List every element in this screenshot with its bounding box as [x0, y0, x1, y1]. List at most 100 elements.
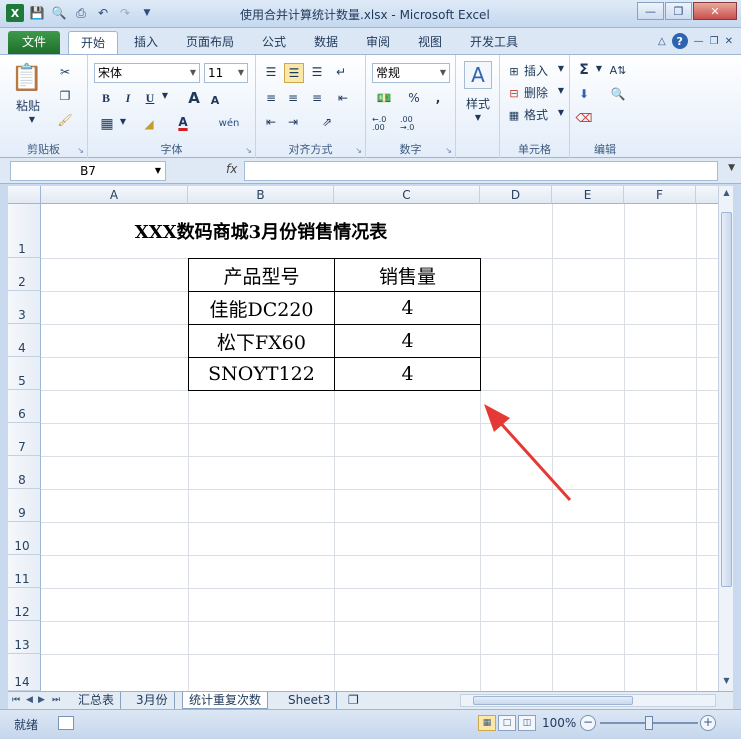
select-all-corner[interactable] — [8, 186, 41, 204]
tab-home[interactable]: 开始 — [68, 31, 119, 54]
column-header-c[interactable]: C — [334, 186, 480, 204]
minimize-ribbon-icon[interactable]: △ — [658, 36, 666, 47]
copy-icon[interactable]: ❐ — [56, 87, 74, 105]
zoom-out-icon[interactable]: − — [580, 715, 596, 731]
row-header-3[interactable]: 3 — [8, 291, 41, 324]
font-name-combo[interactable]: 宋体 ▼ — [94, 63, 200, 83]
table-cell[interactable]: 佳能DC220 — [188, 291, 335, 325]
paste-icon[interactable]: 📋 — [11, 61, 43, 95]
row-header-14[interactable]: 14 — [8, 654, 41, 691]
row-header-13[interactable]: 13 — [8, 621, 41, 654]
next-sheet-icon[interactable]: ▶ — [38, 695, 45, 705]
fill-color-icon[interactable]: ◢ — [140, 115, 158, 133]
accounting-format-icon[interactable]: 💵 — [372, 89, 396, 107]
page-break-view-icon[interactable]: ◫ — [518, 715, 536, 731]
tab-file[interactable]: 文件 — [8, 31, 61, 54]
tab-page-layout[interactable]: 页面布局 — [174, 31, 246, 54]
format-cells-button[interactable]: 格式 — [524, 106, 554, 123]
fill-icon[interactable]: ⬇ — [576, 85, 592, 103]
save-icon[interactable]: 💾 — [28, 4, 46, 22]
row-header-9[interactable]: 9 — [8, 489, 41, 522]
row-header-11[interactable]: 11 — [8, 555, 41, 588]
decrease-decimal-button[interactable]: .00 →.0 — [400, 115, 426, 133]
styles-dropdown-icon[interactable]: ▼ — [472, 113, 484, 122]
alignment-launcher-icon[interactable]: ↘ — [355, 146, 362, 155]
number-launcher-icon[interactable]: ↘ — [445, 146, 452, 155]
font-color-button[interactable]: A — [174, 113, 192, 131]
shrink-font-button[interactable]: A — [208, 92, 222, 108]
insert-dropdown-icon[interactable]: ▼ — [556, 64, 566, 73]
macro-record-icon[interactable] — [58, 716, 74, 730]
help-icon[interactable]: ? — [671, 33, 688, 49]
customize-qat-icon[interactable]: ▼ — [138, 4, 156, 22]
sheet-tab[interactable]: 汇总表 — [72, 692, 122, 709]
doc-close-icon[interactable]: ✕ — [725, 36, 733, 47]
styles-button[interactable]: 样式 — [460, 95, 496, 112]
format-painter-icon[interactable]: 🖌 — [56, 111, 74, 129]
insert-cells-button[interactable]: 插入 — [524, 62, 554, 79]
table-cell[interactable]: 松下FX60 — [188, 324, 335, 358]
redo-icon[interactable]: ↷ — [116, 4, 134, 22]
find-select-icon[interactable]: 🔍 — [608, 85, 628, 103]
font-launcher-icon[interactable]: ↘ — [245, 146, 252, 155]
table-header-cell[interactable]: 产品型号 — [188, 258, 335, 292]
tab-view[interactable]: 视图 — [406, 31, 454, 54]
table-cell[interactable]: 4 — [334, 291, 481, 325]
zoom-in-icon[interactable]: + — [700, 715, 716, 731]
expand-formula-bar-icon[interactable]: ▼ — [728, 163, 735, 173]
paste-dropdown-icon[interactable]: ▼ — [26, 115, 38, 124]
row-header-10[interactable]: 10 — [8, 522, 41, 555]
table-header-cell[interactable]: 销售量 — [334, 258, 481, 292]
merge-center-icon[interactable]: ⇤ — [332, 89, 354, 107]
print-preview-icon[interactable]: 🔍 — [50, 4, 68, 22]
column-header-d[interactable]: D — [480, 186, 552, 204]
vertical-scrollbar[interactable]: ▲ ▼ — [718, 186, 733, 691]
align-right-icon[interactable]: ≡ — [308, 89, 326, 107]
sheet-tab[interactable]: 3月份 — [130, 692, 175, 709]
tab-formulas[interactable]: 公式 — [250, 31, 298, 54]
cut-icon[interactable]: ✂ — [56, 63, 74, 81]
align-bottom-icon[interactable]: ☰ — [308, 63, 326, 81]
wrap-text-icon[interactable]: ↵ — [332, 63, 350, 81]
zoom-slider-knob[interactable] — [645, 716, 653, 730]
delete-cells-button[interactable]: 删除 — [524, 84, 554, 101]
doc-minimize-icon[interactable]: — — [694, 36, 704, 47]
align-middle-icon[interactable]: ☰ — [284, 63, 304, 83]
underline-dropdown-icon[interactable]: ▼ — [160, 91, 170, 100]
clear-icon[interactable]: ⌫ — [576, 109, 593, 127]
column-header-f[interactable]: F — [624, 186, 696, 204]
tab-data[interactable]: 数据 — [302, 31, 350, 54]
format-cells-icon[interactable]: ▦ — [506, 107, 522, 123]
row-header-4[interactable]: 4 — [8, 324, 41, 357]
percent-style-button[interactable]: % — [406, 89, 422, 107]
phonetic-icon[interactable]: wén — [216, 113, 242, 133]
sheet-tab-active[interactable]: 统计重复次数 — [182, 692, 269, 709]
insert-cells-icon[interactable]: ⊞ — [506, 63, 522, 79]
row-header-5[interactable]: 5 — [8, 357, 41, 390]
horizontal-scroll-thumb[interactable] — [473, 696, 633, 705]
comma-style-button[interactable]: , — [430, 89, 446, 107]
increase-decimal-button[interactable]: ←.0 .00 — [372, 115, 398, 133]
align-top-icon[interactable]: ☰ — [262, 63, 280, 81]
last-sheet-icon[interactable]: ⏭ — [52, 695, 60, 705]
excel-logo-icon[interactable]: X — [6, 4, 24, 22]
tab-insert[interactable]: 插入 — [122, 31, 170, 54]
column-header-a[interactable]: A — [41, 186, 188, 204]
worksheet-grid[interactable]: A B C D E F 1 2 3 4 5 6 7 8 9 10 11 12 1… — [8, 186, 718, 691]
name-box[interactable]: B7 ▼ — [10, 161, 166, 181]
underline-button[interactable]: U — [142, 89, 158, 107]
normal-view-icon[interactable]: ▦ — [478, 715, 496, 731]
font-size-combo[interactable]: 11 ▼ — [204, 63, 248, 83]
row-header-7[interactable]: 7 — [8, 423, 41, 456]
insert-sheet-icon[interactable]: ❐ — [342, 692, 365, 709]
row-header-1[interactable]: 1 — [8, 204, 41, 258]
page-layout-view-icon[interactable]: □ — [498, 715, 516, 731]
number-format-combo[interactable]: 常规 ▼ — [372, 63, 450, 83]
horizontal-scrollbar[interactable] — [460, 694, 716, 707]
first-sheet-icon[interactable]: ⏮ — [12, 695, 20, 705]
sort-filter-icon[interactable]: A⇅ — [608, 61, 628, 79]
column-header-b[interactable]: B — [188, 186, 334, 204]
paste-button[interactable]: 粘贴 — [8, 97, 48, 114]
row-header-8[interactable]: 8 — [8, 456, 41, 489]
row-header-2[interactable]: 2 — [8, 258, 41, 291]
